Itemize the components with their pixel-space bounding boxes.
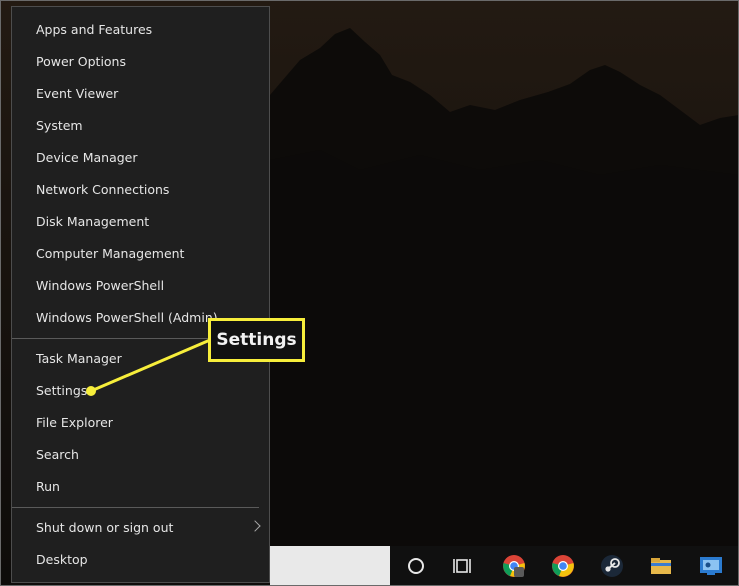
menu-item-network-connections[interactable]: Network Connections: [12, 174, 269, 206]
winx-context-menu: Apps and Features Power Options Event Vi…: [11, 6, 270, 583]
menu-item-shut-down-or-sign-out[interactable]: Shut down or sign out: [12, 512, 269, 544]
chevron-right-icon: [249, 520, 261, 532]
taskbar-search-box[interactable]: [270, 546, 390, 586]
menu-item-run[interactable]: Run: [12, 471, 269, 503]
callout-label-settings: Settings: [208, 318, 305, 362]
menu-item-label: Device Manager: [36, 150, 138, 165]
menu-item-label: Task Manager: [36, 351, 122, 366]
menu-item-label: File Explorer: [36, 415, 113, 430]
desktop: Apps and Features Power Options Event Vi…: [0, 0, 739, 586]
taskbar: [270, 546, 739, 586]
menu-item-disk-management[interactable]: Disk Management: [12, 206, 269, 238]
file-explorer-icon[interactable]: [649, 554, 673, 578]
menu-item-label: Disk Management: [36, 214, 150, 229]
menu-item-label: Settings: [36, 383, 88, 398]
steam-icon[interactable]: [600, 554, 624, 578]
menu-item-label: Windows PowerShell: [36, 278, 165, 293]
menu-item-file-explorer[interactable]: File Explorer: [12, 407, 269, 439]
callout-text: Settings: [216, 330, 297, 350]
menu-item-label: Power Options: [36, 54, 126, 69]
menu-item-label: Event Viewer: [36, 86, 119, 101]
cortana-circle-icon[interactable]: [404, 554, 428, 578]
menu-item-label: Network Connections: [36, 182, 170, 197]
menu-item-label: Computer Management: [36, 246, 185, 261]
menu-separator: [12, 507, 259, 508]
menu-item-label: Windows PowerShell (Admin): [36, 310, 218, 325]
menu-item-apps-and-features[interactable]: Apps and Features: [12, 14, 269, 46]
menu-item-power-options[interactable]: Power Options: [12, 46, 269, 78]
task-view-icon[interactable]: [452, 554, 476, 578]
menu-item-windows-powershell[interactable]: Windows PowerShell: [12, 270, 269, 302]
menu-item-system[interactable]: System: [12, 110, 269, 142]
ridge-layer: [270, 150, 739, 586]
menu-item-settings[interactable]: Settings: [12, 375, 269, 407]
menu-item-desktop[interactable]: Desktop: [12, 544, 269, 576]
menu-item-event-viewer[interactable]: Event Viewer: [12, 78, 269, 110]
menu-item-label: Desktop: [36, 552, 88, 567]
menu-item-label: System: [36, 118, 83, 133]
menu-item-label: Apps and Features: [36, 22, 153, 37]
menu-item-device-manager[interactable]: Device Manager: [12, 142, 269, 174]
menu-item-search[interactable]: Search: [12, 439, 269, 471]
menu-item-label: Run: [36, 479, 60, 494]
chrome-icon[interactable]: [551, 554, 575, 578]
menu-item-label: Shut down or sign out: [36, 520, 174, 535]
menu-item-label: Search: [36, 447, 79, 462]
remote-desktop-icon[interactable]: [699, 554, 723, 578]
menu-item-computer-management[interactable]: Computer Management: [12, 238, 269, 270]
chrome-icon[interactable]: [502, 554, 526, 578]
